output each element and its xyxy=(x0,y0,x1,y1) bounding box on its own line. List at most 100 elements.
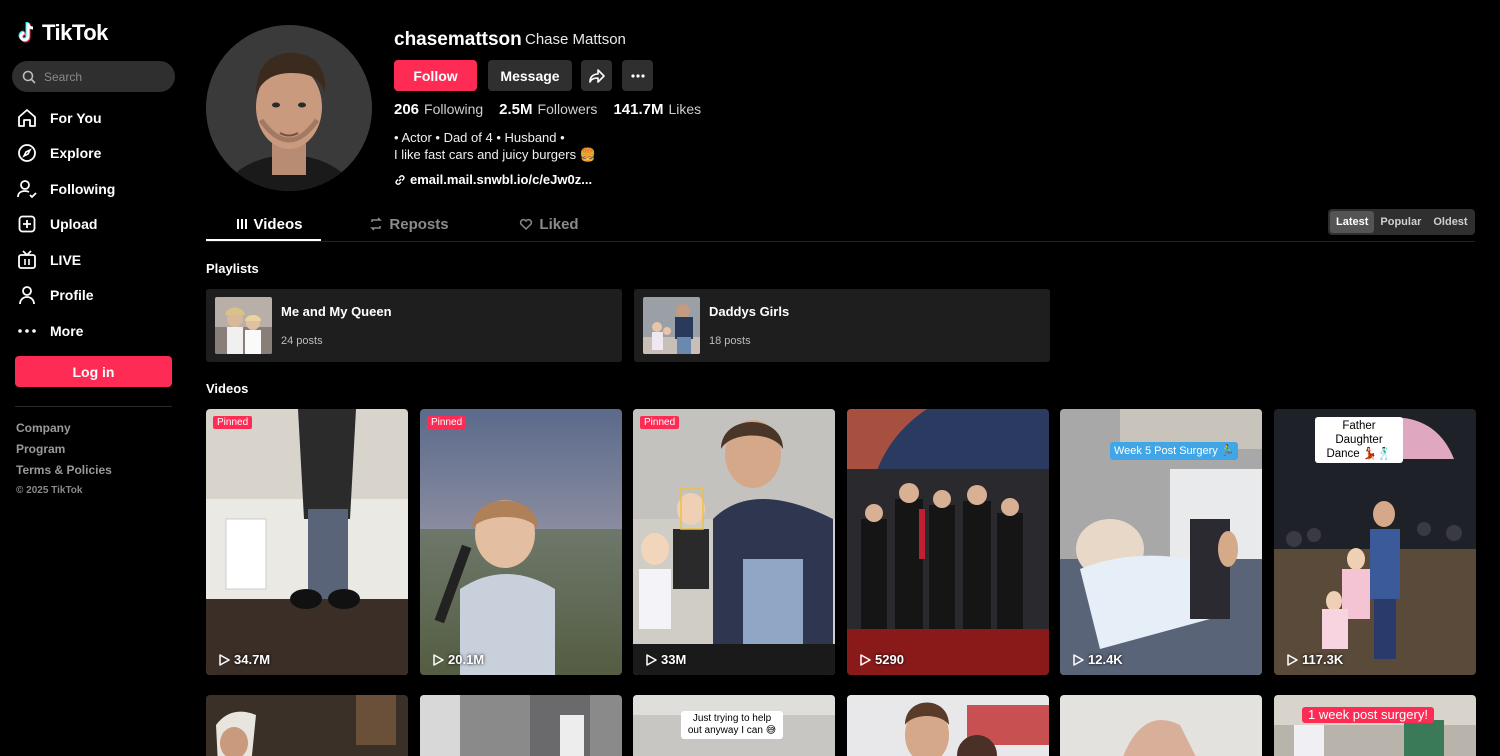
view-count: 12.4K xyxy=(1072,652,1123,667)
profile-icon xyxy=(16,284,38,306)
follow-button[interactable]: Follow xyxy=(394,60,477,91)
sort-oldest[interactable]: Oldest xyxy=(1427,211,1473,233)
link-icon xyxy=(395,174,405,185)
video-card[interactable]: 1 week post surgery! xyxy=(1274,695,1476,756)
play-icon xyxy=(1073,653,1084,666)
profile-tabs: Videos Reposts Liked xyxy=(206,206,626,242)
tiktok-logo[interactable]: TikTok xyxy=(18,20,108,46)
nav-for-you[interactable]: For You xyxy=(16,100,186,136)
video-card[interactable] xyxy=(206,695,408,756)
view-count-text: 12.4K xyxy=(1088,652,1123,667)
search-input[interactable] xyxy=(44,69,154,84)
playlist-name: Me and My Queen xyxy=(281,304,392,319)
nav-following[interactable]: Following xyxy=(16,171,186,207)
sidebar: TikTok For You Explore Following Upload xyxy=(0,0,190,756)
live-icon xyxy=(16,249,38,271)
nav-label: LIVE xyxy=(50,251,82,268)
footer-terms-link[interactable]: Terms & Policies xyxy=(16,462,112,483)
video-caption-overlay: Just trying to help out anyway I can 😅 xyxy=(681,711,783,739)
play-icon xyxy=(646,653,657,666)
nav-label: Explore xyxy=(50,145,102,162)
nav-label: For You xyxy=(50,109,102,126)
view-count-text: 5290 xyxy=(875,652,904,667)
sort-popular[interactable]: Popular xyxy=(1374,211,1427,233)
footer-program-link[interactable]: Program xyxy=(16,441,112,462)
view-count: 5290 xyxy=(859,652,904,667)
video-card[interactable]: Week 5 Post Surgery 🏃‍♂️ 12.4K xyxy=(1060,409,1262,675)
message-button[interactable]: Message xyxy=(488,60,572,91)
video-card[interactable]: Pinned 33M xyxy=(633,409,835,675)
video-card[interactable] xyxy=(1060,695,1262,756)
share-icon xyxy=(588,68,605,83)
profile-avatar xyxy=(206,25,372,191)
profile-bio: • Actor • Dad of 4 • Husband • I like fa… xyxy=(394,129,596,163)
nav-upload[interactable]: Upload xyxy=(16,207,186,243)
video-card[interactable] xyxy=(420,695,622,756)
video-card[interactable] xyxy=(847,695,1049,756)
nav-label: More xyxy=(50,322,84,339)
profile-username: chasemattson xyxy=(394,29,522,50)
copyright: © 2025 TikTok xyxy=(16,485,83,496)
playlist-card[interactable]: Daddys Girls 18 posts xyxy=(634,289,1050,362)
sort-toggle: Latest Popular Oldest xyxy=(1328,209,1475,235)
video-card[interactable]: Pinned 20.1M xyxy=(420,409,622,675)
playlist-thumbnail xyxy=(643,297,700,354)
view-count: 20.1M xyxy=(432,652,484,667)
tiktok-profile-page: TikTok For You Explore Following Upload xyxy=(0,0,1500,756)
heart-outline-icon xyxy=(520,218,533,231)
upload-icon xyxy=(16,213,38,235)
tab-label: Reposts xyxy=(389,215,449,233)
more-options-button[interactable] xyxy=(622,60,653,91)
pinned-badge: Pinned xyxy=(427,416,467,429)
following-icon xyxy=(16,178,38,200)
play-icon xyxy=(433,653,444,666)
nav-more[interactable]: More xyxy=(16,313,186,349)
sort-latest[interactable]: Latest xyxy=(1330,211,1375,233)
video-card[interactable]: 5290 xyxy=(847,409,1049,675)
video-card[interactable]: Just trying to help out anyway I can 😅 xyxy=(633,695,835,756)
video-card[interactable]: Father Daughter Dance 💃🏻🕺🏻 117.3K xyxy=(1274,409,1476,675)
search-box[interactable] xyxy=(12,61,175,92)
playlist-count: 18 posts xyxy=(709,335,751,347)
share-button[interactable] xyxy=(581,60,612,91)
footer-company-link[interactable]: Company xyxy=(16,420,112,441)
view-count: 34.7M xyxy=(218,652,270,667)
profile-link[interactable]: email.mail.snwbl.io/c/eJw0z... xyxy=(394,172,592,187)
tab-reposts[interactable]: Reposts xyxy=(346,206,472,242)
view-count: 117.3K xyxy=(1286,652,1343,667)
login-button[interactable]: Log in xyxy=(15,356,172,387)
nav-live[interactable]: LIVE xyxy=(16,242,186,278)
tab-label: Videos xyxy=(253,215,303,233)
tab-videos[interactable]: Videos xyxy=(206,206,332,242)
nav-explore[interactable]: Explore xyxy=(16,136,186,172)
tab-label: Liked xyxy=(539,215,579,233)
view-count: 33M xyxy=(645,652,686,667)
playlist-card[interactable]: Me and My Queen 24 posts xyxy=(206,289,622,362)
video-card[interactable]: Pinned 34.7M xyxy=(206,409,408,675)
following-label: Following xyxy=(424,101,484,117)
playlists-heading: Playlists xyxy=(206,261,259,276)
playlist-count: 24 posts xyxy=(281,335,323,347)
pinned-badge: Pinned xyxy=(640,416,680,429)
following-count: 206 xyxy=(394,101,420,118)
view-count-text: 34.7M xyxy=(234,652,271,667)
more-dots-icon xyxy=(16,320,38,342)
profile-link-text: email.mail.snwbl.io/c/eJw0z... xyxy=(410,172,593,187)
followers-stat[interactable]: 2.5M Followers xyxy=(499,101,597,118)
view-count-text: 33M xyxy=(661,652,687,667)
pinned-badge: Pinned xyxy=(213,416,253,429)
logo-text: TikTok xyxy=(42,20,108,45)
home-icon xyxy=(16,107,38,129)
likes-count: 141.7M xyxy=(613,101,664,118)
main-nav: For You Explore Following Upload LIVE Pr… xyxy=(16,100,186,349)
video-caption-overlay: 1 week post surgery! xyxy=(1302,707,1434,723)
repost-icon xyxy=(370,217,383,231)
following-stat[interactable]: 206 Following xyxy=(394,101,483,118)
followers-count: 2.5M xyxy=(499,101,533,118)
playlist-thumbnail xyxy=(215,297,272,354)
more-dots-icon xyxy=(630,73,645,78)
tab-liked[interactable]: Liked xyxy=(486,206,612,242)
nav-profile[interactable]: Profile xyxy=(16,278,186,314)
search-icon xyxy=(22,70,36,84)
view-count-text: 117.3K xyxy=(1302,652,1344,667)
